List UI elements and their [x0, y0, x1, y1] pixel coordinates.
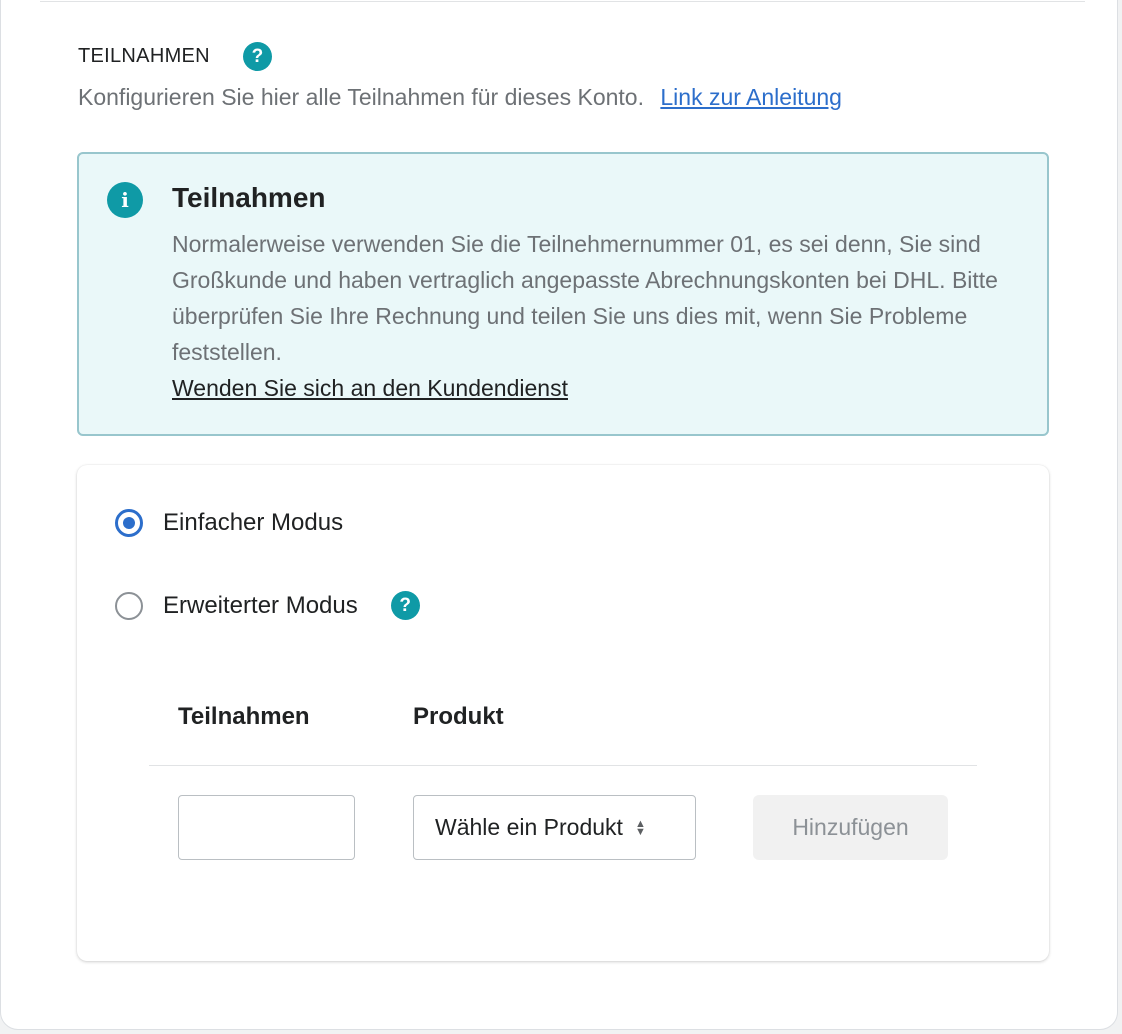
banner-body: Normalerweise verwenden Sie die Teilnehm… — [172, 226, 1012, 406]
column-header-product: Produkt — [413, 703, 504, 730]
column-header-participation: Teilnahmen — [178, 703, 310, 730]
help-icon[interactable]: ? — [390, 591, 420, 620]
section-description: Konfigurieren Sie hier alle Teilnahmen f… — [78, 84, 842, 111]
participation-input[interactable] — [178, 795, 355, 860]
radio-button-advanced[interactable] — [115, 591, 143, 620]
info-icon: i — [107, 182, 143, 218]
section-description-text: Konfigurieren Sie hier alle Teilnahmen f… — [78, 84, 644, 110]
top-divider — [40, 1, 1085, 2]
table-divider — [149, 765, 977, 766]
product-select-value: Wähle ein Produkt — [435, 814, 623, 840]
section-title: TEILNAHMEN — [78, 45, 210, 67]
chevron-up-down-icon: ▲ ▼ — [634, 817, 646, 838]
product-select[interactable]: Wähle ein Produkt ▲ ▼ — [413, 795, 696, 860]
radio-label-advanced: Erweiterter Modus — [163, 591, 358, 619]
radio-advanced-mode[interactable]: Erweiterter Modus ? — [115, 591, 420, 620]
banner-title: Teilnahmen — [172, 182, 326, 213]
help-icon[interactable]: ? — [242, 42, 272, 71]
mode-card: Einfacher Modus Erweiterter Modus ? Teil… — [77, 465, 1049, 961]
info-banner: i Teilnahmen Normalerweise verwenden Sie… — [77, 152, 1049, 436]
radio-simple-mode[interactable]: Einfacher Modus — [115, 509, 343, 537]
support-link[interactable]: Wenden Sie sich an den Kundendienst — [172, 370, 1012, 406]
add-button[interactable]: Hinzufügen — [753, 795, 948, 860]
banner-text: Normalerweise verwenden Sie die Teilnehm… — [172, 231, 998, 365]
radio-label-simple: Einfacher Modus — [163, 509, 344, 536]
guide-link[interactable]: Link zur Anleitung — [660, 84, 842, 110]
radio-button-simple[interactable] — [115, 509, 143, 537]
section-header: TEILNAHMEN ? — [78, 42, 272, 71]
